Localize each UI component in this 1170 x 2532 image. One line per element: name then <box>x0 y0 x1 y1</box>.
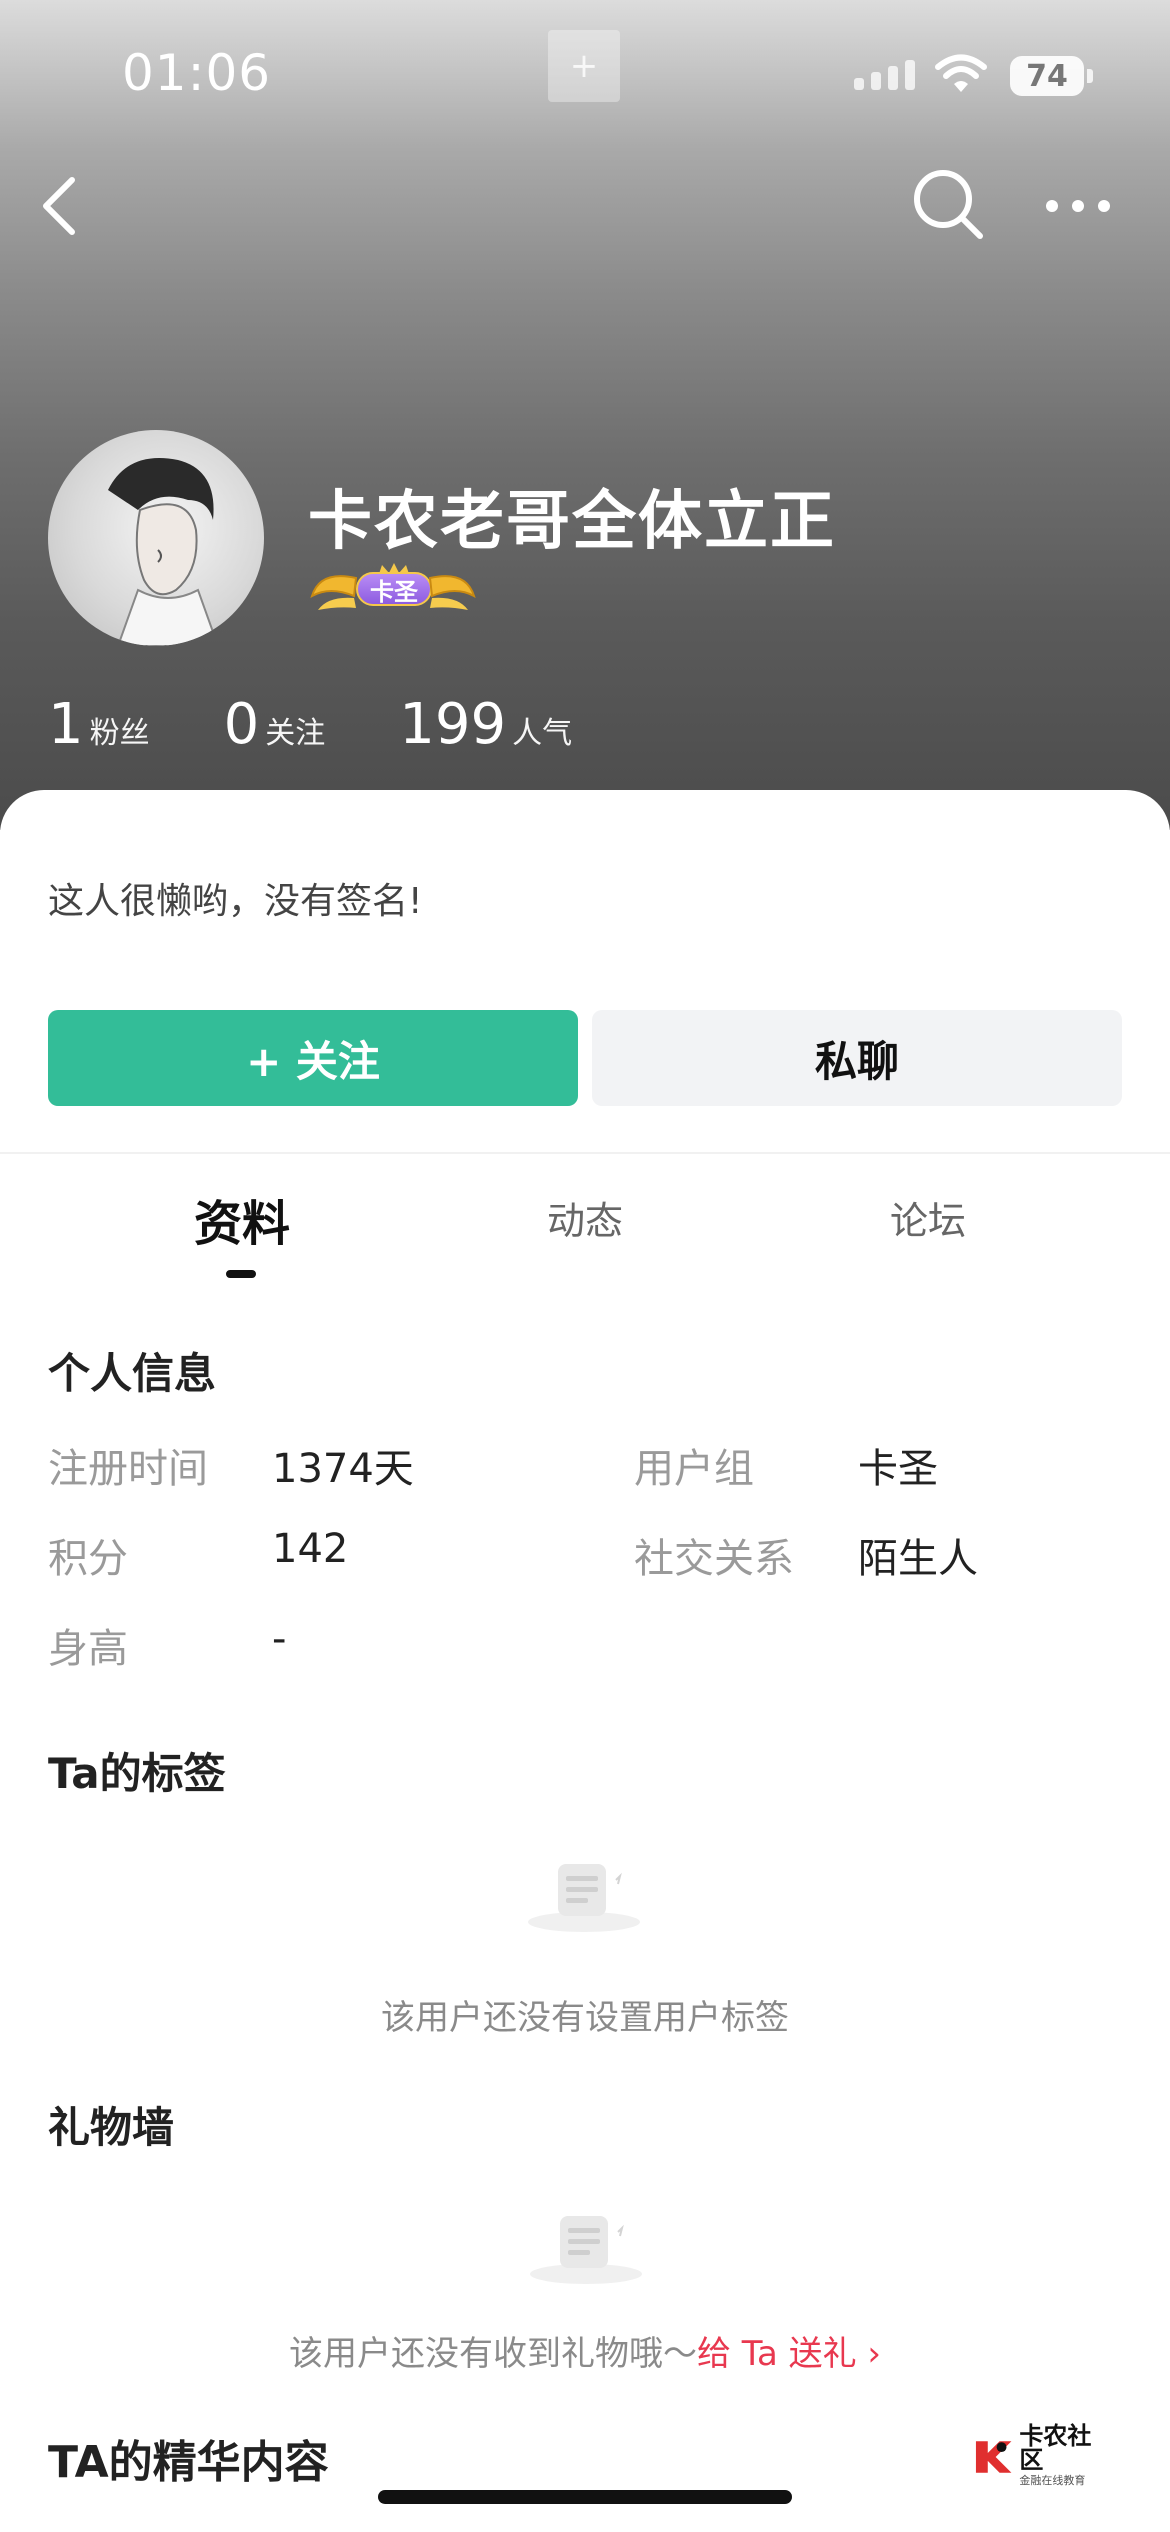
section-title-personal-info: 个人信息 <box>48 1349 217 1398</box>
profile-tabs: 资料 动态 论坛 <box>0 1190 1170 1280</box>
stat-label: 关注 <box>265 716 326 751</box>
info-label: 积分 <box>48 1536 128 1582</box>
search-icon[interactable] <box>910 166 986 242</box>
home-indicator[interactable] <box>378 2490 792 2504</box>
info-value: 1374天 <box>272 1446 414 1492</box>
send-gift-link[interactable]: 给 Ta 送礼 › <box>697 2334 881 2374</box>
tab-profile[interactable]: 资料 <box>142 1184 342 1254</box>
stat-fans[interactable]: 1 粉丝 <box>48 692 150 757</box>
tab-forum[interactable]: 论坛 <box>828 1190 1028 1245</box>
status-time: 01:06 <box>122 44 272 102</box>
info-label: 社交关系 <box>634 1536 794 1582</box>
signal-icon <box>854 60 915 90</box>
info-value: 142 <box>272 1526 349 1572</box>
gifts-empty-message: 该用户还没有收到礼物哦～ <box>289 2334 697 2374</box>
badge-label: 卡圣 <box>356 572 432 606</box>
watermark: 卡农社区 金融在线教育 <box>972 2424 1114 2487</box>
section-title-essence: TA的精华内容 <box>48 2437 329 2488</box>
info-value: 陌生人 <box>858 1536 978 1582</box>
tags-empty-text: 该用户还没有设置用户标签 <box>381 1998 789 2038</box>
stat-number: 1 <box>48 692 84 757</box>
status-indicator: + <box>548 30 620 102</box>
info-value: 卡圣 <box>858 1446 938 1492</box>
watermark-logo-icon <box>975 2441 1012 2473</box>
profile-stats: 1 粉丝 0 关注 199 人气 <box>48 692 646 757</box>
stat-number: 0 <box>223 692 260 757</box>
stat-popularity: 199 人气 <box>399 692 572 757</box>
private-chat-button[interactable]: 私聊 <box>592 1010 1122 1106</box>
section-title-tags: Ta的标签 <box>48 1749 226 1798</box>
gifts-empty-text: 该用户还没有收到礼物哦～给 Ta 送礼 › <box>0 2326 1170 2375</box>
battery-icon: 74 <box>1010 56 1084 96</box>
badge-wing-icon <box>310 575 358 610</box>
follow-button[interactable]: + 关注 <box>48 1010 578 1106</box>
wifi-icon <box>935 54 987 92</box>
tab-activity[interactable]: 动态 <box>485 1190 685 1245</box>
stat-number: 199 <box>399 692 507 757</box>
info-label: 用户组 <box>634 1446 754 1492</box>
empty-box-icon <box>530 2216 642 2284</box>
avatar[interactable] <box>48 430 264 646</box>
stat-following[interactable]: 0 关注 <box>224 692 326 757</box>
info-label: 注册时间 <box>48 1446 208 1492</box>
user-signature: 这人很懒哟，没有签名! <box>48 881 423 922</box>
stat-label: 人气 <box>512 716 573 751</box>
info-value: - <box>272 1616 287 1662</box>
watermark-name: 卡农社区 <box>1019 2422 1092 2474</box>
divider <box>0 1152 1170 1154</box>
chevron-left-icon[interactable] <box>36 176 86 236</box>
level-badge: 卡圣 <box>310 562 476 616</box>
badge-wing-icon <box>428 575 476 610</box>
more-dots-icon[interactable] <box>1040 196 1116 216</box>
user-nickname: 卡农老哥全体立正 <box>308 485 836 559</box>
battery-tip <box>1087 69 1093 83</box>
empty-box-icon <box>528 1864 640 1932</box>
stat-label: 粉丝 <box>89 716 150 751</box>
watermark-subtitle: 金融在线教育 <box>1019 2474 1086 2487</box>
section-title-gift-wall: 礼物墙 <box>48 2103 175 2152</box>
info-label: 身高 <box>48 1626 128 1672</box>
active-tab-indicator <box>226 1270 256 1278</box>
